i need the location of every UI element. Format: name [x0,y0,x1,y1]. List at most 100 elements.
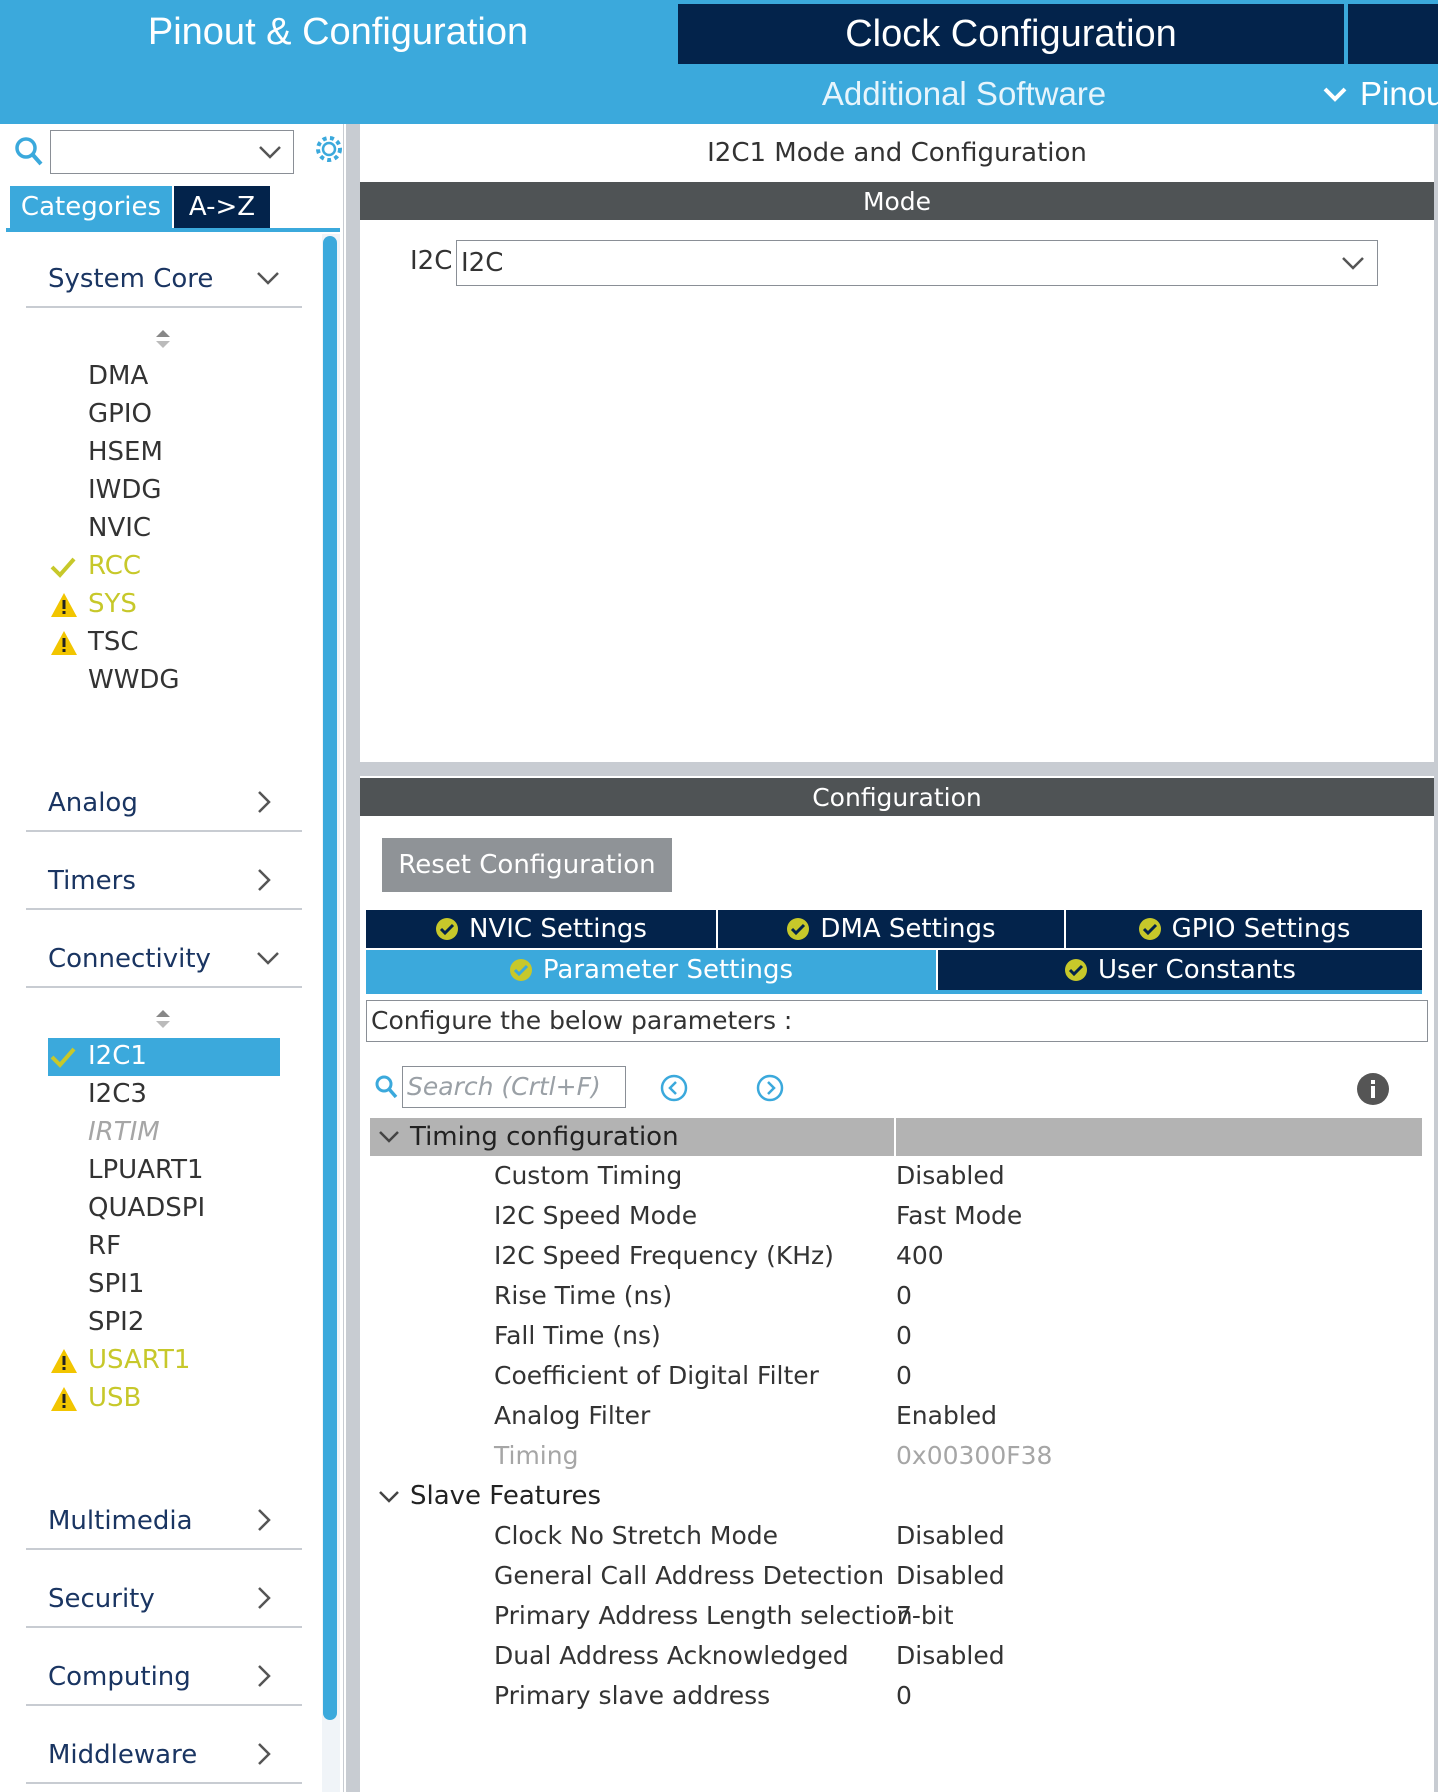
parameters-hint: Configure the below parameters : [366,1000,1428,1042]
search-icon [15,137,43,166]
group-label-timing: Timing configuration [410,1122,679,1152]
tab-categories[interactable]: Categories [10,186,172,228]
category-computing[interactable]: Computing [26,1650,302,1706]
tab-gpio-settings[interactable]: GPIO Settings [1066,910,1422,948]
sidebar-item-tsc[interactable]: TSC [88,624,139,660]
next-icon[interactable] [756,1074,784,1102]
param-name: Analog Filter [494,1401,651,1430]
reset-configuration-button[interactable]: Reset Configuration [382,838,672,892]
tab-label: GPIO Settings [1171,914,1351,944]
sidebar-item-usb[interactable]: USB [88,1380,141,1416]
chevron-down-icon[interactable] [258,144,282,160]
sidebar-item-lpuart1[interactable]: LPUART1 [88,1152,204,1188]
sidebar-item-wwdg[interactable]: WWDG [88,662,180,698]
category-connectivity[interactable]: Connectivity [26,932,302,988]
param-value[interactable]: 0 [896,1358,912,1394]
mode-section-bar: Mode [360,182,1434,220]
sidebar-item-rf[interactable]: RF [88,1228,121,1264]
chevron-down-icon[interactable] [378,1490,400,1504]
page-title: I2C1 Mode and Configuration [707,138,1087,168]
param-value[interactable]: 7-bit [896,1598,954,1634]
param-value[interactable]: Fast Mode [896,1198,1022,1234]
chevron-down-icon [257,272,279,285]
tab-dma-settings[interactable]: DMA Settings [718,910,1064,948]
i2c-mode-value: I2C [461,248,504,278]
sidebar-item-iwdg[interactable]: IWDG [88,472,162,508]
chevron-down-icon[interactable] [378,1130,400,1144]
tab-nvic-settings[interactable]: NVIC Settings [366,910,716,948]
param-name: Primary Address Length selection [494,1601,913,1630]
param-value[interactable]: Enabled [896,1398,997,1434]
tab-overflow[interactable] [1348,4,1438,64]
sidebar-item-spi2[interactable]: SPI2 [88,1304,144,1340]
column-separator [894,1118,896,1156]
category-middleware[interactable]: Middleware [26,1728,302,1784]
category-label: Multimedia [48,1506,193,1536]
sidebar-item-spi1[interactable]: SPI1 [88,1266,144,1302]
gear-icon[interactable] [314,133,344,165]
selected-item-highlight [48,1038,280,1076]
warning-icon [51,1349,77,1373]
sidebar-item-sys[interactable]: SYS [88,586,137,622]
param-name: Coefficient of Digital Filter [494,1361,819,1390]
category-multimedia[interactable]: Multimedia [26,1494,302,1550]
pinout-menu-label: Pinout [1360,75,1438,112]
info-icon[interactable] [1356,1072,1390,1106]
category-timers[interactable]: Timers [26,854,302,910]
configuration-section-bar: Configuration [360,778,1434,816]
tab-a-to-z[interactable]: A->Z [174,186,270,228]
search-icon [375,1075,398,1099]
category-label: Middleware [48,1740,198,1770]
sidebar-item-dma[interactable]: DMA [88,358,148,394]
warning-icon [51,631,77,655]
tab-label: Parameter Settings [542,955,794,985]
chevron-right-icon [258,1743,271,1765]
check-circle-icon [436,918,459,940]
sidebar-item-rcc[interactable]: RCC [88,548,141,584]
param-name: Timing [494,1441,579,1470]
warning-icon [51,1387,77,1411]
category-system-core[interactable]: System Core [26,252,302,308]
param-name: Fall Time (ns) [494,1321,661,1350]
sidebar-item-irtim[interactable]: IRTIM [88,1114,160,1150]
category-label: System Core [48,264,214,294]
param-value[interactable]: Disabled [896,1158,1005,1194]
param-value: 0x00300F38 [896,1441,1053,1470]
category-security[interactable]: Security [26,1572,302,1628]
sidebar-item-gpio[interactable]: GPIO [88,396,152,432]
sidebar-item-usart1[interactable]: USART1 [88,1342,190,1378]
sort-updown-icon[interactable] [154,328,172,350]
parameter-search-input[interactable]: Search (Crtl+F) [402,1066,626,1108]
category-label: Analog [48,788,138,818]
param-name: I2C Speed Frequency (KHz) [494,1241,834,1270]
prev-icon[interactable] [660,1074,688,1102]
param-value[interactable]: Disabled [896,1558,1005,1594]
sort-updown-icon[interactable] [154,1008,172,1030]
tab-pinout-configuration[interactable]: Pinout & Configuration [0,0,676,64]
sidebar-item-hsem[interactable]: HSEM [88,434,163,470]
pinout-menu[interactable]: Pinout [1322,66,1438,122]
chevron-down-icon [257,952,279,965]
chevron-down-icon [1323,87,1347,102]
check-circle-icon [787,918,810,940]
additional-software-link[interactable]: Additional Software [700,66,1228,122]
sidebar-scrollbar-thumb[interactable] [323,236,337,1720]
chevron-right-icon [258,1587,271,1609]
sidebar-item-quadspi[interactable]: QUADSPI [88,1190,205,1226]
tab-parameter-settings[interactable]: Parameter Settings [366,950,936,990]
group-label-slave-features[interactable]: Slave Features [410,1478,601,1514]
param-value[interactable]: 0 [896,1318,912,1354]
param-value[interactable]: 0 [896,1278,912,1314]
sidebar-item-i2c1[interactable]: I2C1 [88,1038,147,1074]
category-analog[interactable]: Analog [26,776,302,832]
i2c-mode-select[interactable]: I2C [456,240,1378,286]
sidebar-item-i2c3[interactable]: I2C3 [88,1076,147,1112]
param-name: I2C Speed Mode [494,1201,698,1230]
param-value[interactable]: Disabled [896,1518,1005,1554]
sidebar-item-nvic[interactable]: NVIC [88,510,151,546]
param-value[interactable]: 0 [896,1678,912,1714]
tab-clock-configuration[interactable]: Clock Configuration [678,4,1344,64]
tab-user-constants[interactable]: User Constants [938,950,1422,990]
param-value[interactable]: Disabled [896,1638,1005,1674]
param-value[interactable]: 400 [896,1238,944,1274]
